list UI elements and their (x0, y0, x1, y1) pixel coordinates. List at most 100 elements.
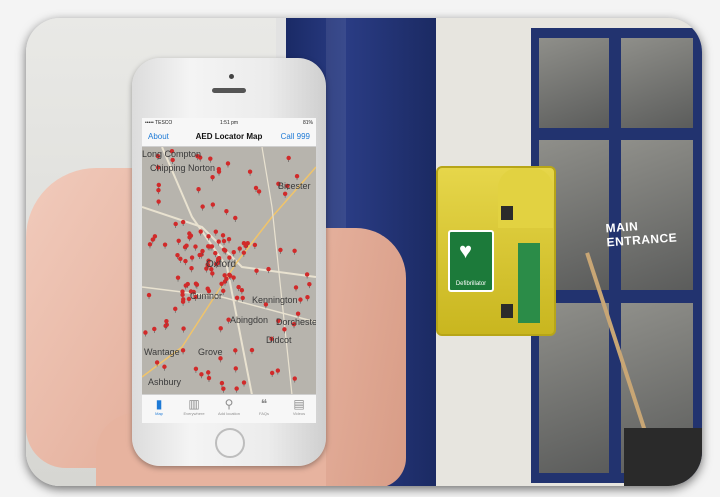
aed-marker[interactable] (184, 243, 189, 248)
aed-marker[interactable] (221, 238, 227, 244)
aed-marker[interactable] (275, 368, 281, 373)
aed-marker[interactable] (233, 215, 238, 221)
aed-marker[interactable] (180, 292, 185, 298)
aed-marker[interactable] (247, 169, 253, 174)
tab-map[interactable]: ▮ Map (142, 397, 176, 416)
aed-marker[interactable] (218, 326, 223, 331)
aed-marker[interactable] (269, 370, 275, 376)
aed-marker[interactable] (210, 271, 215, 276)
aed-marker[interactable] (210, 202, 216, 207)
aed-marker[interactable] (221, 386, 226, 391)
aed-marker[interactable] (219, 281, 224, 287)
aed-marker[interactable] (180, 299, 186, 304)
aed-marker[interactable] (252, 242, 258, 248)
aed-marker[interactable] (178, 256, 183, 262)
aed-marker[interactable] (189, 265, 194, 271)
tab-videos[interactable]: ▤ Videos (282, 397, 316, 416)
aed-marker[interactable] (206, 370, 211, 375)
aed-marker[interactable] (254, 268, 259, 273)
aed-marker[interactable] (249, 347, 255, 353)
aed-marker[interactable] (286, 155, 291, 161)
aed-marker[interactable] (210, 174, 215, 180)
aed-marker[interactable] (236, 284, 241, 290)
tab-everywhere[interactable]: ▥ Everywhere (177, 397, 211, 416)
aed-marker[interactable] (162, 242, 168, 247)
aed-marker[interactable] (231, 275, 236, 280)
aed-marker[interactable] (196, 187, 201, 192)
aed-map[interactable]: Long Compton Chipping Norton Bicester Ox… (142, 147, 316, 395)
call-999-button[interactable]: Call 999 (281, 132, 310, 141)
aed-marker[interactable] (200, 204, 205, 209)
aed-marker[interactable] (207, 244, 213, 249)
aed-marker[interactable] (294, 173, 300, 179)
aed-marker[interactable] (181, 326, 186, 331)
aed-marker[interactable] (233, 366, 238, 371)
aed-marker[interactable] (146, 292, 152, 298)
aed-marker[interactable] (224, 208, 229, 214)
aed-marker[interactable] (188, 233, 194, 238)
home-button[interactable] (215, 428, 245, 458)
aed-marker[interactable] (307, 281, 312, 287)
aed-marker[interactable] (223, 248, 228, 253)
aed-marker[interactable] (237, 246, 242, 251)
aed-marker[interactable] (176, 238, 181, 244)
aed-marker[interactable] (199, 372, 204, 377)
aed-marker[interactable] (193, 244, 198, 249)
aed-marker[interactable] (162, 364, 167, 369)
aed-marker[interactable] (253, 185, 259, 191)
aed-marker[interactable] (143, 330, 148, 335)
aed-marker[interactable] (266, 266, 271, 272)
aed-marker[interactable] (213, 250, 218, 256)
aed-marker[interactable] (234, 386, 239, 391)
aed-marker[interactable] (241, 250, 247, 255)
tab-faqs[interactable]: ❝ FAQs (247, 397, 281, 416)
aed-marker[interactable] (180, 219, 186, 225)
aed-marker[interactable] (233, 348, 238, 353)
aed-marker[interactable] (292, 248, 297, 253)
aed-marker[interactable] (304, 272, 310, 277)
aed-marker[interactable] (227, 272, 232, 278)
aed-marker[interactable] (293, 285, 299, 290)
aed-marker[interactable] (200, 248, 205, 254)
aed-marker[interactable] (156, 199, 161, 204)
aed-marker[interactable] (164, 318, 169, 324)
aed-marker[interactable] (234, 295, 240, 300)
aed-marker[interactable] (225, 161, 231, 166)
aed-marker[interactable] (189, 255, 195, 260)
tab-add-location[interactable]: ⚲ Add location (212, 397, 246, 416)
aed-marker[interactable] (193, 281, 199, 286)
aed-marker[interactable] (154, 360, 160, 365)
aed-marker[interactable] (219, 380, 225, 386)
aed-marker[interactable] (193, 366, 199, 372)
aed-marker[interactable] (175, 275, 181, 280)
aed-marker[interactable] (241, 380, 247, 385)
aed-marker[interactable] (240, 295, 245, 301)
aed-marker[interactable] (295, 311, 301, 316)
aed-marker[interactable] (278, 247, 283, 253)
aed-marker[interactable] (147, 242, 153, 247)
aed-marker[interactable] (216, 169, 222, 174)
aed-marker[interactable] (220, 233, 226, 238)
aed-marker[interactable] (180, 348, 186, 353)
aed-marker[interactable] (152, 326, 157, 332)
aed-marker[interactable] (226, 237, 232, 242)
aed-marker[interactable] (292, 376, 297, 381)
aed-marker[interactable] (239, 288, 245, 293)
aed-marker[interactable] (173, 306, 178, 312)
aed-marker[interactable] (156, 182, 162, 188)
aed-marker[interactable] (305, 295, 310, 300)
aed-marker[interactable] (213, 229, 219, 234)
aed-marker[interactable] (282, 327, 287, 332)
aed-marker[interactable] (197, 252, 202, 258)
aed-marker[interactable] (173, 221, 178, 227)
aed-marker[interactable] (208, 156, 213, 161)
aed-marker[interactable] (175, 252, 180, 258)
aed-marker[interactable] (183, 258, 188, 264)
aed-marker[interactable] (150, 237, 155, 242)
aed-marker[interactable] (156, 187, 161, 193)
aed-marker[interactable] (298, 297, 303, 302)
aed-marker[interactable] (183, 283, 188, 288)
aed-marker[interactable] (216, 239, 221, 244)
aed-marker[interactable] (224, 276, 229, 282)
aed-marker[interactable] (198, 229, 203, 234)
